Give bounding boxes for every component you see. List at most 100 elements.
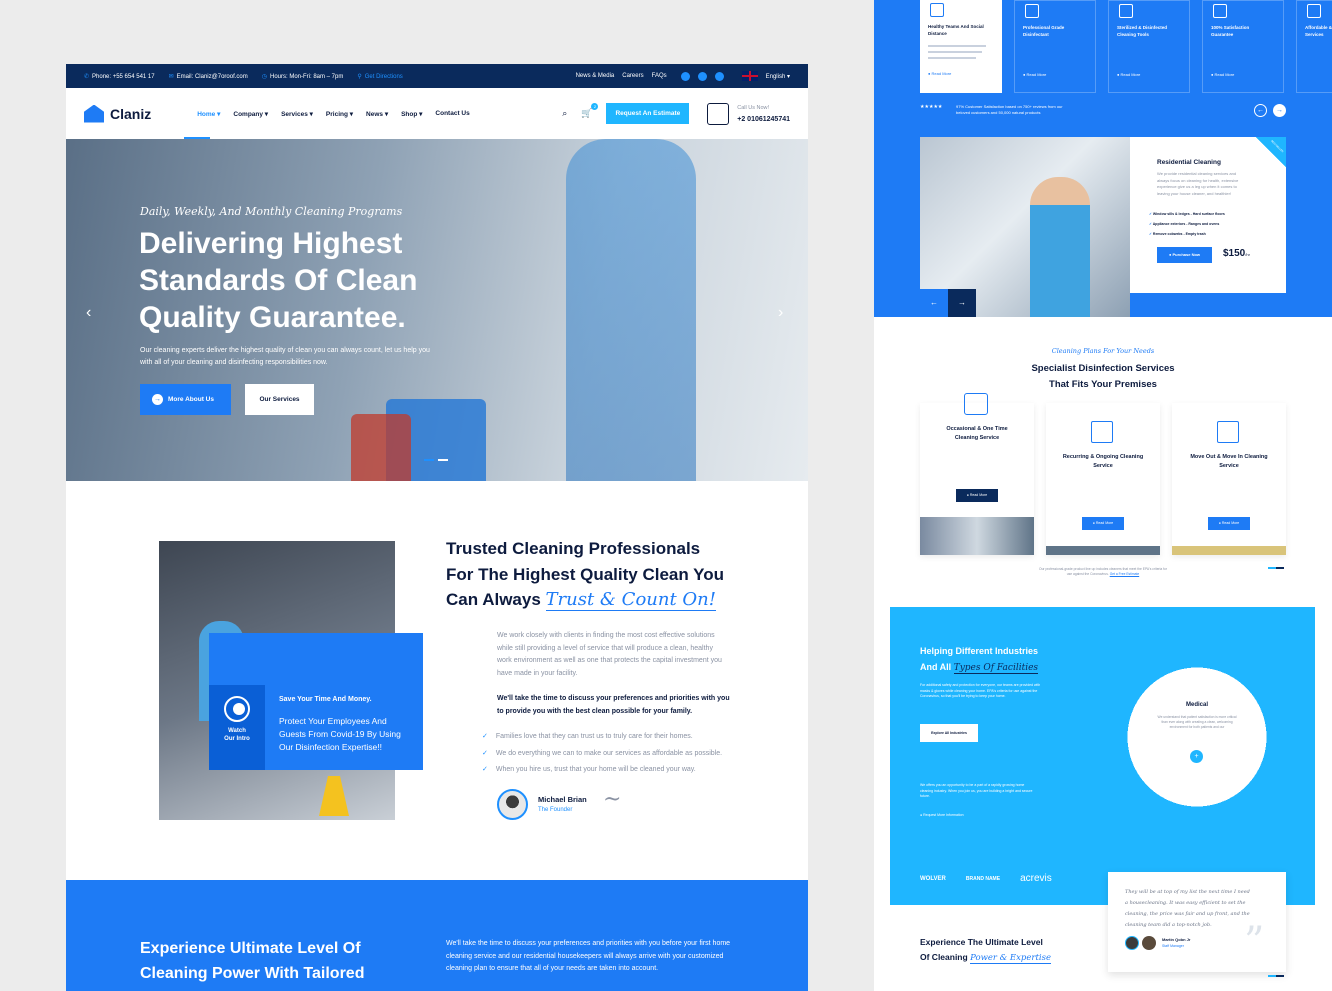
industry-title-line2: And All Types Of Facilities	[920, 660, 1039, 677]
slider-dot-active[interactable]	[424, 459, 434, 461]
residential-photo-figure	[1030, 177, 1090, 317]
read-more-link[interactable]: ● Read More	[1117, 72, 1140, 77]
read-more-link[interactable]: ● Read More	[928, 71, 951, 76]
feature-card[interactable]: 100% Satisfaction Guarantee ● Read More	[1202, 0, 1284, 93]
price-icon	[1307, 4, 1321, 18]
nav-services-label: Services	[281, 110, 308, 118]
check-icon: ✓	[482, 733, 488, 740]
about-title-line2: For The Highest Quality Clean You	[446, 564, 725, 584]
nav-home[interactable]: Home ▾	[197, 110, 220, 118]
twitter-icon[interactable]	[697, 71, 707, 81]
slider-dot[interactable]	[438, 459, 448, 461]
carousel-next-dark[interactable]: →	[948, 289, 976, 317]
slider-prev-arrow[interactable]: ‹	[86, 304, 91, 322]
nav-pricing[interactable]: Pricing ▾	[326, 110, 353, 118]
cart-count-badge: 2	[591, 103, 599, 110]
cart-icon[interactable]: 🛒 2	[581, 103, 599, 119]
service-card[interactable]: Move Out & Move In Cleaning Service ● Re…	[1172, 403, 1286, 555]
language-label: English	[765, 73, 786, 80]
hero-description: Our cleaning experts deliver the highest…	[140, 347, 430, 366]
language-select[interactable]: English ▾	[766, 73, 790, 80]
guarantee-icon	[1213, 4, 1227, 18]
call-box[interactable]: Call Us Now! +2 01061245741	[737, 103, 790, 125]
list-item-text: Window sills & ledges - Hard surface flo…	[1152, 212, 1225, 216]
feature-card[interactable]: Healthy Teams And Social Distance ● Read…	[920, 0, 1002, 93]
service-card[interactable]: Occasional & One Time Cleaning Service ●…	[920, 393, 1034, 555]
facebook-icon[interactable]	[680, 71, 690, 81]
logo-house-icon[interactable]	[84, 104, 104, 123]
brand-logo-wolver: WOLVER	[920, 875, 946, 882]
services-dots[interactable]	[1268, 567, 1284, 569]
rating-stars: ★★★★★	[920, 104, 943, 110]
about-title-line3-text: Can Always	[446, 590, 541, 609]
about-title-line3: Can Always Trust & Count On!	[446, 587, 746, 613]
carousel-prev-button[interactable]: ←	[1254, 104, 1267, 117]
list-item-text: Appliance exteriors - Ranges and ovens	[1152, 222, 1220, 226]
service-read-more[interactable]: ● Read More	[1082, 517, 1124, 530]
main-nav: Claniz Home ▾ Company ▾ Services ▾ Prici…	[66, 88, 808, 139]
feature-card[interactable]: Affordable & Free Services	[1296, 0, 1332, 93]
request-info-link[interactable]: ● Request More Information	[920, 813, 964, 817]
nav-services[interactable]: Services ▾	[281, 110, 313, 118]
purchase-now-button[interactable]: ● Purchase Now	[1157, 247, 1212, 263]
nav-news[interactable]: News ▾	[366, 110, 388, 118]
call-label: Call Us Now!	[737, 104, 770, 111]
price-unit: /hr	[1245, 252, 1250, 257]
read-more-label: Read More	[1221, 521, 1240, 525]
logo-text[interactable]: Claniz	[110, 106, 151, 122]
read-more-link[interactable]: ● Read More	[1211, 72, 1234, 77]
call-number: +2 01061245741	[737, 115, 790, 123]
email-info[interactable]: ✉ Email: Claniz@7oroof.com	[169, 73, 248, 80]
more-about-us-button[interactable]: → More About Us	[140, 384, 231, 415]
phone-info[interactable]: ✆ Phone: +55 654 541 17	[84, 73, 155, 80]
check-icon: ✓	[1149, 232, 1152, 236]
read-more-link[interactable]: ● Read More	[1023, 72, 1046, 77]
link-news[interactable]: News & Media	[576, 73, 615, 79]
founder-name: Michael Brian	[538, 795, 587, 804]
service-card[interactable]: Recurring & Ongoing Cleaning Service ● R…	[1046, 403, 1160, 555]
bottom-title: Experience The Ultimate Level Of Cleanin…	[920, 935, 1051, 966]
request-estimate-button[interactable]: Request An Estimate	[606, 103, 690, 124]
industry-title-line1: Helping Different Industries	[920, 646, 1039, 656]
carousel-prev-dark[interactable]: ←	[920, 289, 948, 317]
medical-label: Medical	[1185, 702, 1208, 708]
linkedin-icon[interactable]	[714, 71, 724, 81]
service-read-more[interactable]: ● Read More	[1208, 517, 1250, 530]
industry-text: For additional safety and protection for…	[920, 683, 1041, 698]
service-photo	[920, 517, 1034, 555]
slider-next-arrow[interactable]: ›	[778, 304, 783, 322]
text-line	[928, 57, 976, 59]
testimonial-card: They will be at top of my list the next …	[1108, 872, 1286, 972]
services-note-text: Our professional-grade product line up i…	[1039, 567, 1167, 576]
link-careers[interactable]: Careers	[622, 73, 643, 79]
industry-plus-icon[interactable]: +	[1190, 750, 1203, 763]
slider-dots[interactable]	[424, 459, 448, 461]
explore-industries-button[interactable]: Explore All Industries	[920, 724, 978, 742]
author-role: Staff Manager	[1162, 944, 1184, 948]
directions-link[interactable]: ⚲ Get Directions	[357, 73, 402, 80]
bottom-title-line2-text: Of Cleaning	[920, 952, 968, 962]
price-value: $150	[1223, 248, 1246, 259]
carousel-next-button[interactable]: →	[1273, 104, 1286, 117]
nav-shop[interactable]: Shop ▾	[401, 110, 422, 118]
feature-card[interactable]: Sterilized & Disinfected Cleaning Tools …	[1108, 0, 1190, 93]
bottom-title-line2: Of Cleaning Power & Expertise	[920, 950, 1051, 966]
search-icon[interactable]: ⌕	[562, 108, 567, 119]
phone-icon: ✆	[84, 73, 90, 80]
top-info-bar: ✆ Phone: +55 654 541 17 ✉ Email: Claniz@7o…	[66, 64, 808, 88]
our-services-button[interactable]: Our Services	[245, 384, 314, 415]
check-item: ✓ When you hire us, trust that your home …	[482, 762, 722, 779]
free-estimate-link[interactable]: Get a Free Estimate	[1110, 572, 1140, 576]
link-faqs[interactable]: FAQs	[652, 73, 667, 79]
residential-list: ✓ Window sills & ledges - Hard surface f…	[1149, 209, 1225, 239]
nav-company[interactable]: Company ▾	[233, 110, 268, 118]
feature-card[interactable]: Professional Grade Disinfectant ● Read M…	[1014, 0, 1096, 93]
tools-icon	[1119, 4, 1133, 18]
service-read-more[interactable]: ● Read More	[956, 489, 998, 502]
watch-intro-button[interactable]: Watch Our Intro	[209, 685, 265, 770]
clock-icon: ◷	[261, 73, 267, 80]
testimonial-dots[interactable]	[1268, 975, 1284, 977]
nav-contact[interactable]: Contact Us	[435, 110, 469, 118]
feature-title: Affordable & Free Services	[1305, 25, 1332, 37]
text-line	[928, 45, 986, 47]
